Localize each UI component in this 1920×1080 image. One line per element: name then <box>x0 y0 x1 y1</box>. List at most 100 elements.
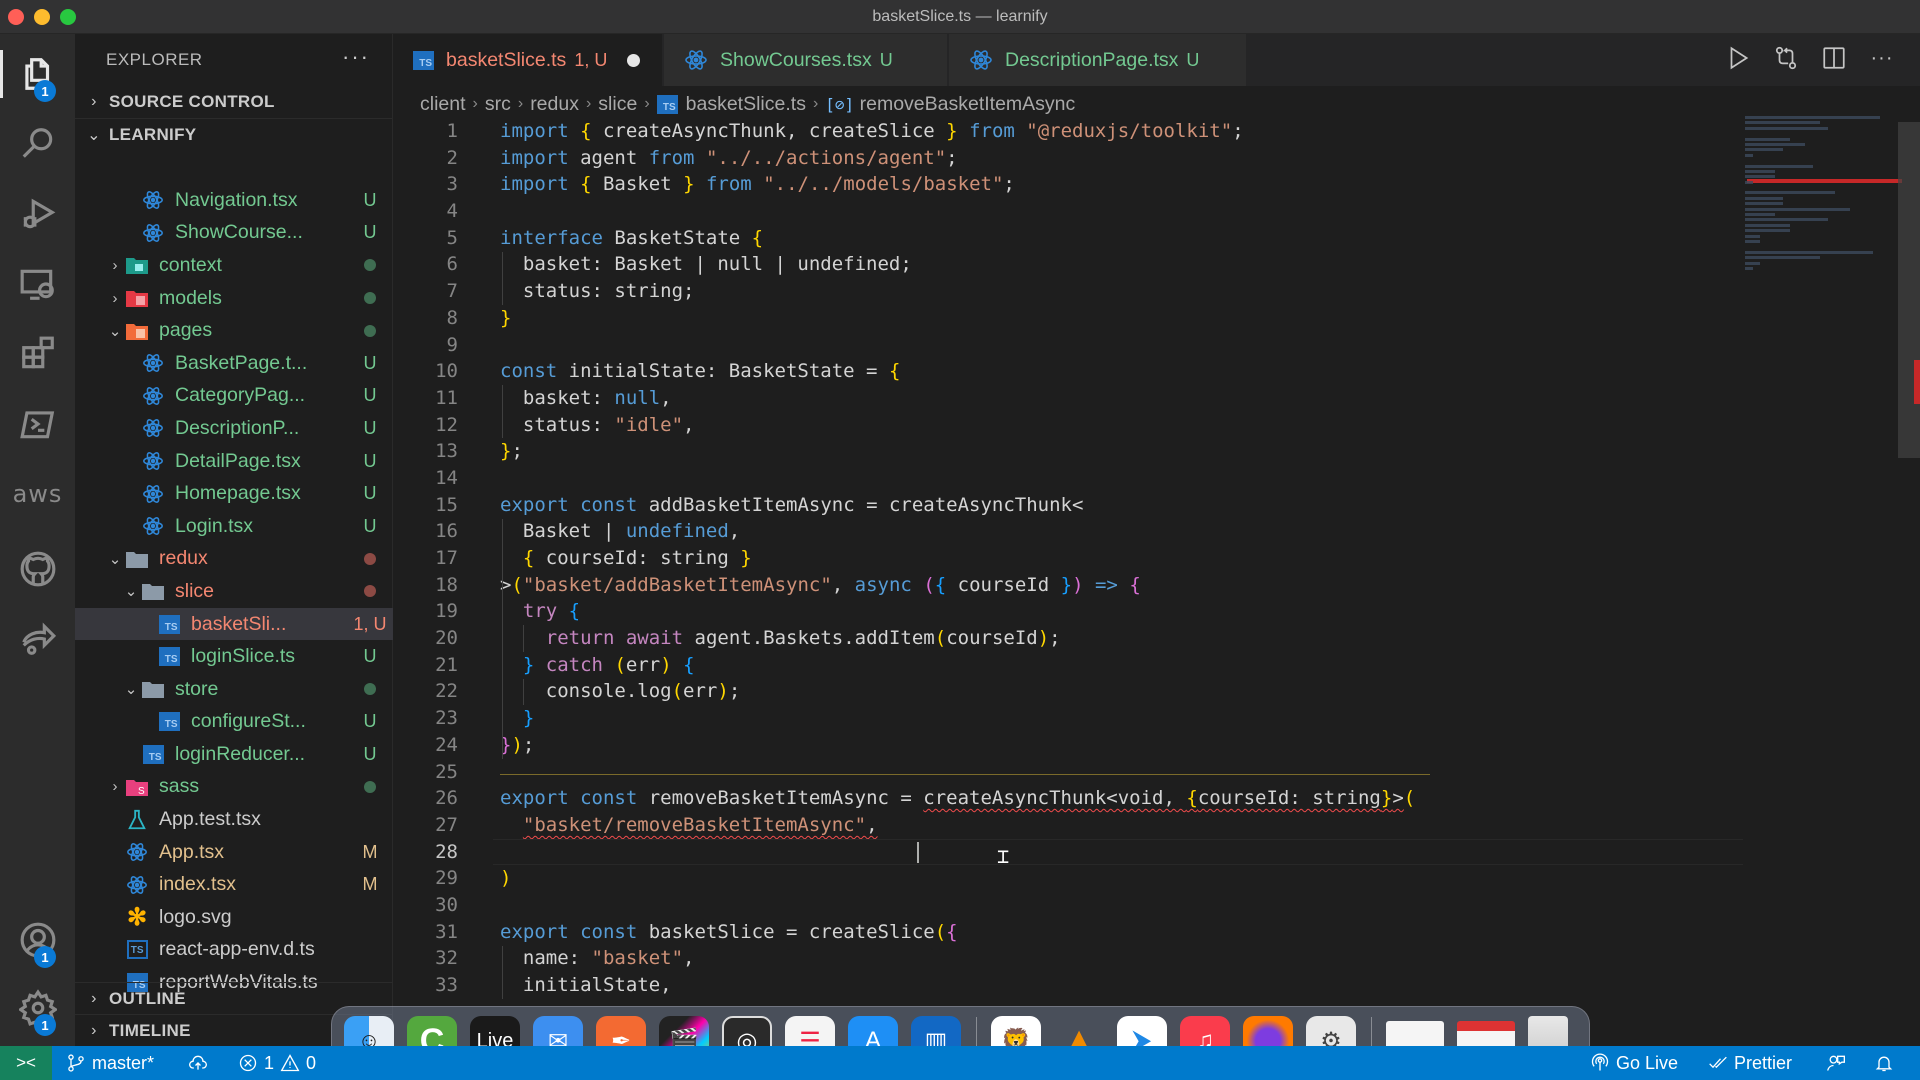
file-tree-item[interactable]: index.tsx M <box>75 868 393 901</box>
publish-button[interactable] <box>188 1046 208 1080</box>
code-line[interactable]: 29) <box>393 865 1743 892</box>
activity-live-share[interactable] <box>0 609 75 669</box>
activity-remote-explorer[interactable] <box>0 254 75 314</box>
more-actions-button[interactable]: ··· <box>1868 44 1896 72</box>
file-tree-item[interactable]: BasketPage.t... U <box>75 347 393 380</box>
file-tree-item[interactable]: ShowCourse... U <box>75 217 393 250</box>
problems-indicator[interactable]: 1 0 <box>238 1046 316 1080</box>
activity-explorer[interactable]: 1 <box>0 44 75 104</box>
file-tree-item[interactable]: TS react-app-env.d.ts <box>75 934 393 967</box>
activity-accounts[interactable]: 1 <box>0 910 75 970</box>
notifications-button[interactable] <box>1874 1046 1894 1080</box>
code-line[interactable]: 8} <box>393 305 1743 332</box>
breadcrumb-item[interactable]: client <box>420 93 466 116</box>
file-tree-item[interactable]: DescriptionP... U <box>75 412 393 445</box>
editor-scrollbar[interactable] <box>1898 122 1920 458</box>
code-line[interactable]: 27 "basket/removeBasketItemAsync", <box>393 812 1743 839</box>
code-line[interactable]: 22 console.log(err); <box>393 678 1743 705</box>
code-line[interactable]: 33 initialState, <box>393 972 1743 999</box>
code-line[interactable]: 18 >("basket/addBasketItemAsync", async (… <box>393 572 1743 599</box>
code-line[interactable]: 30 <box>393 892 1743 919</box>
activity-github[interactable] <box>0 539 75 599</box>
breadcrumb-item[interactable]: slice <box>598 93 637 116</box>
compare-changes-button[interactable] <box>1772 44 1800 72</box>
code-line[interactable]: 31 export const basketSlice = createSlice… <box>393 919 1743 946</box>
activity-settings[interactable]: 1 <box>0 978 75 1038</box>
file-tree-item[interactable]: ⌄ pages <box>75 314 393 347</box>
code-line[interactable]: 23 } <box>393 705 1743 732</box>
remote-indicator-button[interactable]: >< <box>0 1046 52 1080</box>
file-tree-item[interactable]: Navigation.tsx U <box>75 184 393 217</box>
chevron-down-icon[interactable]: ⌄ <box>121 680 141 698</box>
file-tree-item[interactable]: › models <box>75 282 393 315</box>
run-file-button[interactable] <box>1724 44 1752 72</box>
code-line[interactable]: 12 status: "idle", <box>393 412 1743 439</box>
activity-terminal[interactable] <box>0 394 75 454</box>
code-line[interactable]: 19 try { <box>393 598 1743 625</box>
file-tree-item[interactable]: TS configureSt... U <box>75 706 393 739</box>
feedback-button[interactable] <box>1826 1046 1846 1080</box>
chevron-down-icon[interactable]: ⌄ <box>121 582 141 600</box>
tab-basketslice[interactable]: TS basketSlice.ts 1, U <box>393 34 663 86</box>
code-line[interactable]: 14 <box>393 465 1743 492</box>
code-line[interactable]: 26 export const removeBasketItemAsync = c… <box>393 785 1743 812</box>
code-line[interactable]: 24}); <box>393 732 1743 759</box>
minimap[interactable] <box>1745 116 1905 286</box>
breadcrumb-item[interactable]: removeBasketItemAsync <box>860 93 1076 116</box>
file-tree-item[interactable]: TS loginSlice.ts U <box>75 640 393 673</box>
code-line[interactable]: 2 import agent from "../../actions/agent"… <box>393 145 1743 172</box>
code-line[interactable]: 4 <box>393 198 1743 225</box>
go-live-button[interactable]: Go Live <box>1590 1046 1678 1080</box>
file-tree-item[interactable]: TS basketSli... 1, U <box>75 607 393 641</box>
explorer-more-actions-button[interactable]: ··· <box>342 44 370 70</box>
code-line[interactable]: 9 <box>393 332 1743 359</box>
code-line[interactable]: 15 export const addBasketItemAsync = crea… <box>393 492 1743 519</box>
file-tree-item[interactable]: ⌄ slice <box>75 575 393 608</box>
activity-extensions[interactable] <box>0 324 75 384</box>
file-tree-item[interactable]: App.tsx M <box>75 836 393 869</box>
code-line[interactable]: 21 } catch (err) { <box>393 652 1743 679</box>
breadcrumb-item[interactable]: redux <box>530 93 579 116</box>
file-tree-item[interactable]: Login.tsx U <box>75 510 393 543</box>
code-line[interactable]: 11 basket: null, <box>393 385 1743 412</box>
code-line[interactable]: 13}; <box>393 438 1743 465</box>
code-line[interactable]: 1 import { createAsyncThunk, createSlice … <box>393 118 1743 145</box>
chevron-right-icon[interactable]: › <box>105 257 125 274</box>
activity-aws[interactable]: aws <box>0 464 75 524</box>
file-tree-item[interactable]: › Ssass <box>75 771 393 804</box>
code-line[interactable]: 6 basket: Basket | null | undefined; <box>393 251 1743 278</box>
code-line[interactable]: 28 ⌶ <box>393 838 1743 868</box>
activity-run-debug[interactable] <box>0 184 75 244</box>
code-editor[interactable]: 1 import { createAsyncThunk, createSlice … <box>393 118 1743 1018</box>
code-line[interactable]: 20 return await agent.Baskets.addItem(co… <box>393 625 1743 652</box>
file-tree-item[interactable]: App.test.tsx <box>75 803 393 836</box>
file-tree-item[interactable]: ⌄ store <box>75 673 393 706</box>
unsaved-dot-icon[interactable] <box>627 53 641 67</box>
code-line[interactable]: 10 const initialState: BasketState = { <box>393 358 1743 385</box>
file-tree-item[interactable]: DetailPage.tsx U <box>75 445 393 478</box>
code-line[interactable]: 16 Basket | undefined, <box>393 518 1743 545</box>
project-section[interactable]: ⌄ LEARNIFY <box>75 118 392 150</box>
tab-showcourses[interactable]: ShowCourses.tsx U <box>664 34 948 86</box>
breadcrumb-item[interactable]: src <box>485 93 511 116</box>
activity-search[interactable] <box>0 114 75 174</box>
tab-descriptionpage[interactable]: DescriptionPage.tsx U <box>949 34 1247 86</box>
chevron-right-icon[interactable]: › <box>105 778 125 795</box>
file-tree-item[interactable]: ✻ logo.svg <box>75 901 393 934</box>
code-line[interactable]: 32 name: "basket", <box>393 945 1743 972</box>
file-tree-item[interactable]: CategoryPag... U <box>75 380 393 413</box>
file-tree-item[interactable]: › context <box>75 249 393 282</box>
branch-indicator[interactable]: master* <box>66 1046 154 1080</box>
code-line[interactable]: 17 { courseId: string } <box>393 545 1743 572</box>
split-editor-button[interactable] <box>1820 44 1848 72</box>
breadcrumb-item[interactable]: basketSlice.ts <box>686 93 806 116</box>
source-control-section[interactable]: › SOURCE CONTROL <box>75 86 392 118</box>
prettier-button[interactable]: Prettier <box>1708 1046 1792 1080</box>
code-line[interactable]: 3 import { Basket } from "../../models/ba… <box>393 171 1743 198</box>
chevron-down-icon[interactable]: ⌄ <box>105 322 125 340</box>
chevron-right-icon[interactable]: › <box>105 290 125 307</box>
file-tree-item[interactable]: Homepage.tsx U <box>75 477 393 510</box>
file-tree-item[interactable]: ⌄ redux <box>75 543 393 576</box>
file-tree-item[interactable]: TS loginReducer... U <box>75 738 393 771</box>
code-line[interactable]: 7 status: string; <box>393 278 1743 305</box>
